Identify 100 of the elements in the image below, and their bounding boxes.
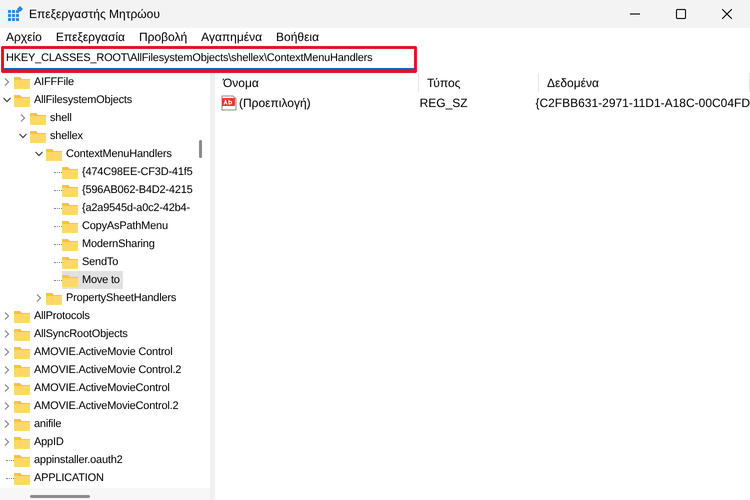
chevron-right-icon[interactable] [20, 114, 26, 122]
menu-item[interactable]: Επεξεργασία [56, 29, 125, 45]
menu-item[interactable]: Βοήθεια [276, 29, 320, 45]
chevron-down-icon[interactable] [35, 151, 43, 157]
tree-item[interactable]: AMOVIE.ActiveMovieControl.2 [14, 397, 182, 415]
table-cell: REG_SZ [420, 96, 468, 110]
folder-icon [14, 364, 30, 376]
folder-icon [62, 166, 78, 178]
column-header[interactable]: Τύπος [419, 73, 539, 92]
chevron-right-icon[interactable] [4, 312, 10, 320]
tree-label: AllFilesystemObjects [34, 92, 132, 108]
tree-item[interactable]: shellex [30, 127, 86, 145]
address-field[interactable]: HKEY_CLASSES_ROOT\AllFilesystemObjects\shellex\ContextMenuHandlers [4, 49, 414, 70]
column-header[interactable]: Όνομα [215, 73, 419, 92]
tree-label: AMOVIE.ActiveMovieControl [34, 380, 170, 396]
chevron-down-icon[interactable] [19, 133, 27, 139]
tree-item[interactable]: {474C98EE-CF3D-41f5 [62, 163, 194, 181]
folder-icon [14, 454, 30, 466]
tree-label: appinstaller.oauth2 [34, 452, 123, 468]
tree-item[interactable]: appinstaller.oauth2 [14, 451, 126, 469]
menu-item[interactable]: Αγαπημένα [201, 29, 262, 45]
close-icon [722, 9, 732, 19]
chevron-right-icon[interactable] [4, 420, 10, 428]
chevron-right-icon[interactable] [4, 330, 10, 338]
chevron-right-icon[interactable] [4, 438, 10, 446]
folder-icon [30, 112, 46, 124]
tree-item[interactable]: anifile [14, 415, 64, 433]
chevron-right-icon[interactable] [4, 366, 10, 374]
tree-label: {596AB062-B4D2-4215 [82, 182, 193, 198]
folder-icon [14, 418, 30, 430]
string-value-icon [221, 95, 237, 111]
tree-label: CopyAsPathMenu [82, 218, 168, 234]
tree-item[interactable]: AllProtocols [14, 307, 93, 325]
scrollbar-thumb[interactable] [199, 140, 202, 158]
folder-icon [14, 328, 30, 340]
tree-item[interactable]: AllSyncRootObjects [14, 325, 131, 343]
tree-label: Move to [82, 272, 120, 288]
folder-icon [14, 310, 30, 322]
tree-label: APPLICATION [34, 470, 104, 486]
tree-item[interactable]: AllFilesystemObjects [14, 91, 136, 109]
tree-item[interactable]: CopyAsPathMenu [62, 217, 171, 235]
tree-label: anifile [34, 416, 62, 432]
tree-item[interactable]: ContextMenuHandlers [46, 145, 175, 163]
chevron-right-icon[interactable] [4, 402, 10, 410]
chevron-right-icon[interactable] [36, 294, 42, 302]
tree-label: AllSyncRootObjects [34, 326, 128, 342]
folder-icon [62, 220, 78, 232]
chevron-right-icon[interactable] [4, 78, 10, 86]
tree-item[interactable]: AMOVIE.ActiveMovie Control.2 [14, 361, 184, 379]
folder-icon [14, 346, 30, 358]
table-cell: {C2FBB631-2971-11D1-A18C-00C04FD [535, 96, 750, 110]
tree-item[interactable]: AIFFFile [14, 73, 77, 91]
tree-label: ModernSharing [82, 236, 155, 252]
tree-item[interactable]: AMOVIE.ActiveMovie Control [14, 343, 176, 361]
folder-icon [14, 76, 30, 88]
maximize-icon [676, 9, 686, 19]
tree-label: AppID [34, 434, 64, 450]
tree-item[interactable]: ModernSharing [62, 235, 158, 253]
chevron-right-icon[interactable] [4, 348, 10, 356]
folder-icon [30, 130, 46, 142]
tree-item[interactable]: SendTo [62, 253, 122, 271]
scrollbar-thumb[interactable] [30, 495, 90, 498]
tree-item[interactable]: APPLICATION [14, 469, 107, 487]
tree-label: AIFFFile [34, 74, 74, 90]
folder-icon [46, 148, 62, 160]
tree-label: ContextMenuHandlers [66, 146, 172, 162]
tree-label: shell [50, 110, 72, 126]
window-title: Επεξεργαστής Μητρώου [29, 6, 160, 23]
chevron-down-icon[interactable] [3, 97, 11, 103]
tree-item[interactable]: {a2a9545d-a0c2-42b4- [62, 199, 193, 217]
folder-icon [14, 400, 30, 412]
tree-item[interactable]: AppID [14, 433, 67, 451]
folder-icon [14, 436, 30, 448]
tree-label: PropertySheetHandlers [66, 290, 176, 306]
menu-item[interactable]: Προβολή [138, 29, 188, 45]
folder-icon [14, 472, 30, 484]
menu-item[interactable]: Αρχείο [6, 29, 42, 45]
tree-label: {474C98EE-CF3D-41f5 [82, 164, 193, 180]
table-cell-text: (Προεπιλογή) [239, 95, 311, 112]
folder-icon [62, 184, 78, 196]
tree-label: AllProtocols [34, 308, 90, 324]
chevron-right-icon[interactable] [4, 384, 10, 392]
tree-label: AMOVIE.ActiveMovieControl.2 [34, 398, 178, 414]
tree-label: shellex [50, 128, 83, 144]
column-header[interactable]: Δεδομένα [539, 73, 750, 92]
tree-item[interactable]: {596AB062-B4D2-4215 [62, 181, 194, 199]
folder-icon [62, 256, 78, 268]
tree-label: {a2a9545d-a0c2-42b4- [82, 200, 190, 216]
tree-item[interactable]: shell [30, 109, 75, 127]
folder-icon [14, 382, 30, 394]
folder-icon [62, 202, 78, 214]
tree-label: SendTo [82, 254, 118, 270]
folder-icon [46, 292, 62, 304]
folder-icon [62, 274, 78, 286]
tree-item[interactable]: Move to [62, 271, 123, 289]
folder-icon [62, 238, 78, 250]
tree-item[interactable]: AMOVIE.ActiveMovieControl [14, 379, 173, 397]
tree-item[interactable]: PropertySheetHandlers [46, 289, 180, 307]
tree-label: AMOVIE.ActiveMovie Control [34, 344, 172, 360]
tree-label: AMOVIE.ActiveMovie Control.2 [34, 362, 182, 378]
